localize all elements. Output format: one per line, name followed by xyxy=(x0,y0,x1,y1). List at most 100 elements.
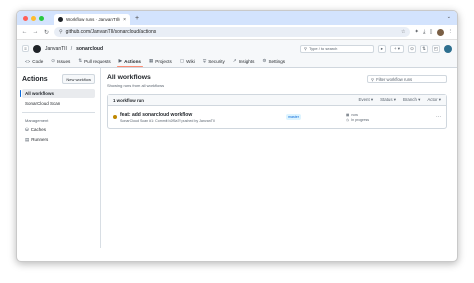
tab-label: Pull requests xyxy=(84,58,111,64)
actor-filter-dropdown[interactable]: Actor ▾ xyxy=(427,97,441,103)
shield-icon: ⛨ xyxy=(202,58,207,64)
run-meta: SonarCloud Scan #1: Commit b2f5a7f pushe… xyxy=(120,118,215,123)
repo-nav: <> Code ⊙ Issues ⇅ Pull requests ▶ Actions ▦… xyxy=(17,57,457,68)
issues-icon[interactable]: ⊙ xyxy=(408,44,416,53)
download-icon[interactable]: ⤓ xyxy=(423,29,425,36)
runs-count: 1 workflow run xyxy=(113,97,144,103)
calendar-icon: ▦ xyxy=(345,112,350,117)
tab-settings[interactable]: ⚙ Settings xyxy=(258,57,289,67)
run-more-options-icon[interactable]: ··· xyxy=(436,114,441,120)
title-block: All workflows Showing runs from all work… xyxy=(107,74,164,88)
run-title-link[interactable]: feat: add sonarcloud workflow xyxy=(120,112,286,118)
tab-label: Security xyxy=(208,58,225,64)
book-icon: ▢ xyxy=(179,58,185,63)
workflow-runs-content: All workflows Showing runs from all work… xyxy=(101,68,457,248)
caches-label: Caches xyxy=(30,127,47,132)
runs-list: 1 workflow run Event ▾ Status ▾ Branch ▾… xyxy=(107,94,447,129)
browser-menu-icon[interactable]: ⋮ xyxy=(448,29,454,35)
notifications-icon[interactable]: ◰ xyxy=(432,44,440,53)
github-header: ≡ JanvanTIl / sonarcloud ⚲ Type / to sea… xyxy=(17,40,457,57)
page-title: All workflows xyxy=(107,74,151,81)
tab-security[interactable]: ⛨ Security xyxy=(199,57,229,67)
close-window-button[interactable] xyxy=(23,15,28,21)
toolbar-actions: ✦ ⤓ ▯ ⋮ xyxy=(414,28,454,36)
run-time-ago: ▦ now xyxy=(346,113,436,117)
sidebar-title: Actions xyxy=(22,75,48,83)
tab-label: Wiki xyxy=(186,58,195,64)
forward-button[interactable]: → xyxy=(32,29,39,35)
table-row[interactable]: feat: add sonarcloud workflow SonarCloud… xyxy=(108,106,446,128)
pull-request-icon: ⇅ xyxy=(78,58,83,63)
tab-code[interactable]: <> Code xyxy=(21,57,47,67)
search-icon: ⚲ xyxy=(304,46,307,51)
runs-list-header: 1 workflow run Event ▾ Status ▾ Branch ▾… xyxy=(108,95,446,106)
pull-requests-icon[interactable]: ⇅ xyxy=(420,44,428,53)
create-new-button[interactable]: + ▾ xyxy=(390,44,404,53)
issue-icon: ⊙ xyxy=(51,58,56,63)
profile-avatar[interactable] xyxy=(436,28,444,36)
maximize-window-button[interactable] xyxy=(39,15,44,21)
url-text[interactable]: github.com/JanvanTIl/sonarcloud/actions xyxy=(66,29,398,35)
gear-icon: ⚙ xyxy=(262,58,267,63)
tab-label: Issues xyxy=(57,58,71,64)
branch-badge[interactable]: master xyxy=(286,114,301,120)
tab-pull-requests[interactable]: ⇅ Pull requests xyxy=(74,57,114,67)
sidebar-item-runners[interactable]: ▤ Runners xyxy=(22,135,95,145)
tab-projects[interactable]: ▦ Projects xyxy=(145,57,176,67)
sidepanel-icon[interactable]: ▯ xyxy=(429,29,432,35)
search-input[interactable]: ⚲ Type / to search xyxy=(300,44,374,53)
browser-tab-active[interactable]: Workflow runs · JanvanTIl/sc… × xyxy=(54,14,130,25)
tab-actions[interactable]: ▶ Actions xyxy=(115,57,145,67)
site-info-icon[interactable]: ⚲ xyxy=(59,29,63,35)
command-palette-icon[interactable]: ▸ xyxy=(378,44,386,53)
page-subtitle: Showing runs from all workflows xyxy=(107,83,165,88)
play-icon: ▶ xyxy=(118,58,123,63)
github-favicon-icon xyxy=(58,17,63,22)
duration-text: In progress xyxy=(351,117,370,122)
server-icon: ▤ xyxy=(25,136,30,142)
tab-search-icon[interactable]: ⌄ xyxy=(447,14,451,20)
sidebar-header: Actions New workflow xyxy=(22,74,95,84)
new-tab-button[interactable]: + xyxy=(135,15,139,22)
new-workflow-button[interactable]: New workflow xyxy=(62,74,95,84)
code-icon: <> xyxy=(25,58,31,64)
runners-label: Runners xyxy=(31,137,49,142)
sidebar-divider xyxy=(22,112,95,113)
breadcrumb-owner[interactable]: JanvanTIl xyxy=(45,46,67,52)
content-header: All workflows Showing runs from all work… xyxy=(107,74,447,88)
time-ago-text: now xyxy=(351,112,358,117)
graph-icon: ↗ xyxy=(232,58,237,63)
breadcrumb-separator: / xyxy=(70,45,73,52)
reload-button[interactable]: ↻ xyxy=(43,29,50,36)
extensions-icon[interactable]: ✦ xyxy=(414,29,419,35)
tab-strip: Workflow runs · JanvanTIl/sc… × + ⌄ xyxy=(17,11,457,25)
address-bar[interactable]: ⚲ github.com/JanvanTIl/sonarcloud/action… xyxy=(54,27,411,37)
status-filter-dropdown[interactable]: Status ▾ xyxy=(380,97,396,103)
run-info: feat: add sonarcloud workflow SonarCloud… xyxy=(120,112,286,123)
database-icon: ⛁ xyxy=(25,126,29,132)
tab-insights[interactable]: ↗ Insights xyxy=(229,57,259,67)
window-controls xyxy=(23,15,44,21)
minimize-window-button[interactable] xyxy=(31,15,36,21)
filter-runs-input[interactable]: ⚲ Filter workflow runs xyxy=(367,75,447,83)
sidebar-item-caches[interactable]: ⛁ Caches xyxy=(22,125,95,135)
hamburger-menu-icon[interactable]: ≡ xyxy=(22,45,29,52)
github-logo-icon[interactable] xyxy=(33,44,41,53)
sidebar-item-all-workflows[interactable]: All workflows xyxy=(20,89,95,98)
branch-filter-dropdown[interactable]: Branch ▾ xyxy=(403,97,420,103)
filter-placeholder: Filter workflow runs xyxy=(376,76,413,82)
runs-filters: Event ▾ Status ▾ Branch ▾ Actor ▾ xyxy=(358,97,441,103)
event-filter-dropdown[interactable]: Event ▾ xyxy=(358,97,373,103)
tab-title: Workflow runs · JanvanTIl/sc… xyxy=(66,17,120,22)
sidebar-item-sonarcloud-scan[interactable]: SonarCloud Scan xyxy=(22,99,95,108)
tab-wiki[interactable]: ▢ Wiki xyxy=(176,57,199,67)
user-avatar[interactable] xyxy=(444,44,452,53)
tab-issues[interactable]: ⊙ Issues xyxy=(47,57,74,67)
tab-label: Code xyxy=(32,58,44,64)
back-button[interactable]: ← xyxy=(21,29,28,35)
close-tab-icon[interactable]: × xyxy=(123,17,126,23)
search-placeholder: Type / to search xyxy=(308,46,338,51)
breadcrumb-repo[interactable]: sonarcloud xyxy=(76,46,103,52)
run-timing: ▦ now ◷ In progress xyxy=(346,112,436,123)
bookmark-star-icon[interactable]: ☆ xyxy=(401,29,405,35)
